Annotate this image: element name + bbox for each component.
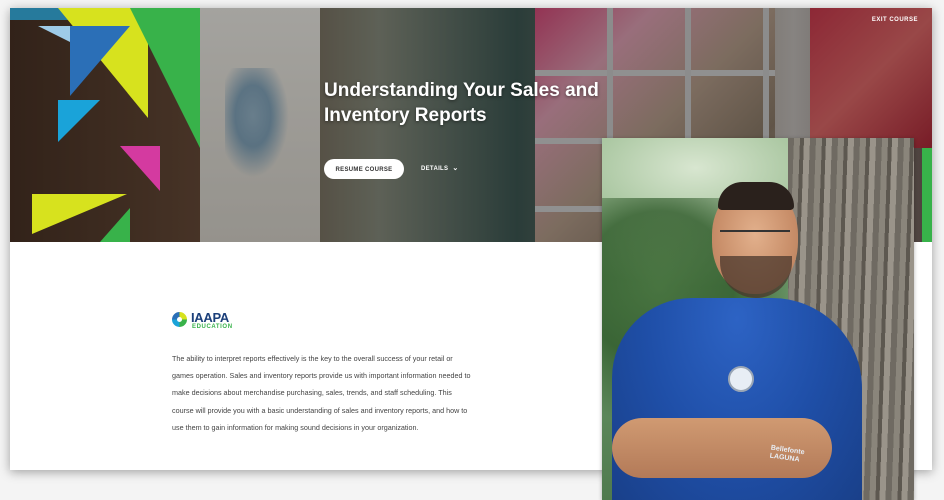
decor-triangle: [120, 146, 160, 191]
decor-triangle: [70, 26, 130, 96]
iaapa-education-logo: IAAPA EDUCATION: [172, 310, 262, 332]
resume-course-button[interactable]: RESUME COURSE: [324, 159, 404, 179]
exit-course-link[interactable]: EXIT COURSE: [872, 17, 918, 23]
logo-sub-text: EDUCATION: [192, 324, 233, 330]
decor-triangle: [100, 208, 130, 242]
course-description: The ability to interpret reports effecti…: [172, 354, 471, 432]
instructor-photo: Bellefonte LAGUNA: [602, 138, 914, 500]
chevron-down-icon: ⌄: [452, 165, 459, 172]
photo-glasses: [720, 230, 790, 244]
logo-brand-text: IAAPA: [191, 310, 229, 325]
decor-green-strip: [922, 148, 932, 242]
details-toggle[interactable]: DETAILS ⌄: [421, 164, 459, 172]
course-title: Understanding Your Sales and Inventory R…: [324, 80, 599, 126]
photo-hair: [718, 182, 794, 210]
decor-triangle: [130, 8, 200, 148]
photo-name-badge: [728, 366, 754, 392]
details-label: DETAILS: [421, 166, 449, 172]
iaapa-burst-icon: [172, 312, 187, 327]
decor-triangle: [58, 100, 100, 142]
